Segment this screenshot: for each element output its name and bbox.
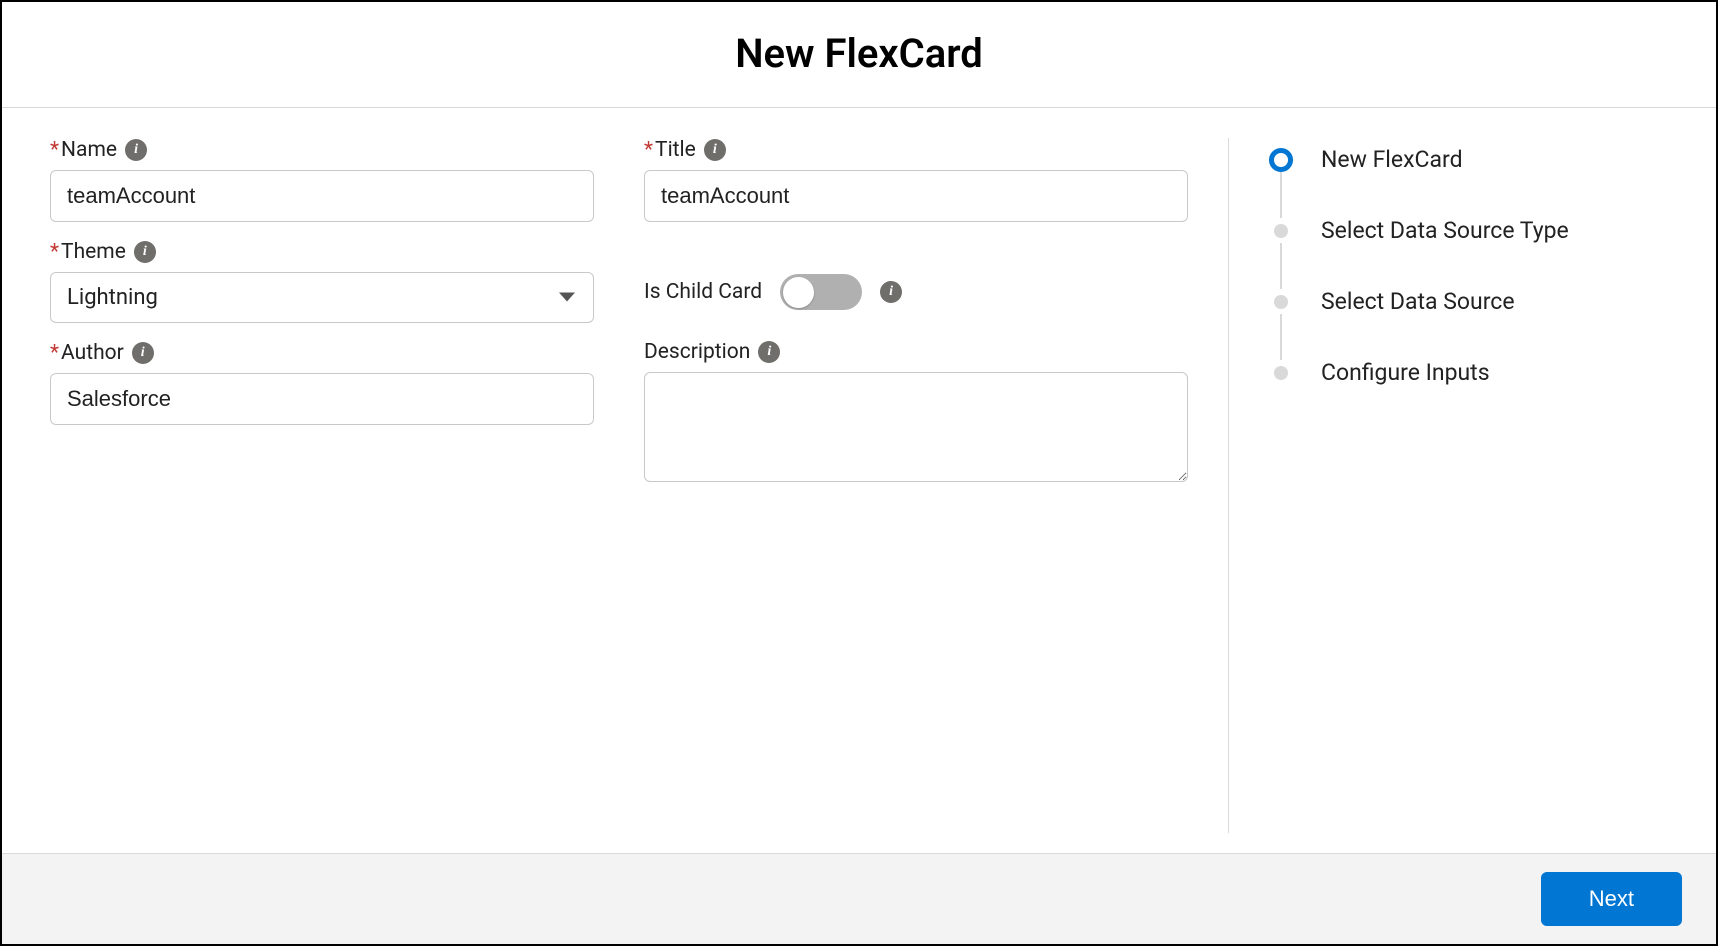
author-label-row: *Author i [50, 341, 594, 365]
name-label-row: *Name i [50, 138, 594, 162]
author-label: Author [61, 341, 124, 365]
dialog-body: *Name i *Theme i Lightning [2, 108, 1716, 853]
required-marker: * [50, 240, 59, 264]
step-label: New FlexCard [1321, 146, 1463, 173]
info-icon[interactable]: i [125, 139, 147, 161]
toggle-knob [783, 277, 814, 308]
theme-field: *Theme i Lightning [50, 240, 594, 323]
info-icon[interactable]: i [704, 139, 726, 161]
child-card-row: Is Child Card i [644, 274, 1188, 310]
wizard-step[interactable]: Select Data Source Type [1269, 217, 1668, 288]
info-icon[interactable]: i [132, 342, 154, 364]
child-card-label: Is Child Card [644, 280, 762, 304]
step-label: Configure Inputs [1321, 359, 1490, 386]
required-marker: * [50, 341, 59, 365]
step-connector [1280, 243, 1282, 289]
name-input[interactable] [50, 170, 594, 222]
theme-select[interactable]: Lightning [50, 272, 594, 323]
theme-label-row: *Theme i [50, 240, 594, 264]
dialog-title: New FlexCard [2, 30, 1716, 77]
step-marker-pending [1274, 224, 1288, 238]
step-connector [1280, 314, 1282, 360]
required-marker: * [644, 138, 653, 162]
info-icon[interactable]: i [880, 281, 902, 303]
name-field: *Name i [50, 138, 594, 222]
step-connector [1280, 172, 1282, 218]
author-field: *Author i [50, 341, 594, 425]
name-label: Name [61, 138, 117, 162]
form-left-column: *Name i *Theme i Lightning [50, 138, 594, 833]
info-icon[interactable]: i [758, 341, 780, 363]
new-flexcard-dialog: New FlexCard *Name i *Theme i [0, 0, 1718, 946]
step-marker-pending [1274, 366, 1288, 380]
step-label: Select Data Source [1321, 288, 1515, 315]
theme-label: Theme [61, 240, 126, 264]
description-field: Description i [644, 340, 1188, 486]
description-label: Description [644, 340, 750, 364]
child-card-toggle[interactable] [780, 274, 862, 310]
title-input[interactable] [644, 170, 1188, 222]
next-button[interactable]: Next [1541, 872, 1682, 926]
step-label: Select Data Source Type [1321, 217, 1569, 244]
wizard-steps-panel: New FlexCard Select Data Source Type Sel… [1228, 138, 1668, 833]
wizard-step[interactable]: New FlexCard [1269, 146, 1668, 217]
theme-select-wrap: Lightning [50, 272, 594, 323]
form-columns: *Name i *Theme i Lightning [50, 138, 1188, 833]
wizard-step[interactable]: Configure Inputs [1269, 359, 1668, 386]
dialog-header: New FlexCard [2, 2, 1716, 108]
step-marker-active [1269, 148, 1293, 172]
title-label-row: *Title i [644, 138, 1188, 162]
step-marker-pending [1274, 295, 1288, 309]
form-right-column: *Title i Is Child Card i Description i [644, 138, 1188, 833]
description-textarea[interactable] [644, 372, 1188, 482]
author-input[interactable] [50, 373, 594, 425]
info-icon[interactable]: i [134, 241, 156, 263]
wizard-step[interactable]: Select Data Source [1269, 288, 1668, 359]
dialog-footer: Next [2, 853, 1716, 944]
description-label-row: Description i [644, 340, 1188, 364]
title-label: Title [655, 138, 696, 162]
required-marker: * [50, 138, 59, 162]
wizard-step-list: New FlexCard Select Data Source Type Sel… [1269, 146, 1668, 386]
title-field: *Title i [644, 138, 1188, 222]
